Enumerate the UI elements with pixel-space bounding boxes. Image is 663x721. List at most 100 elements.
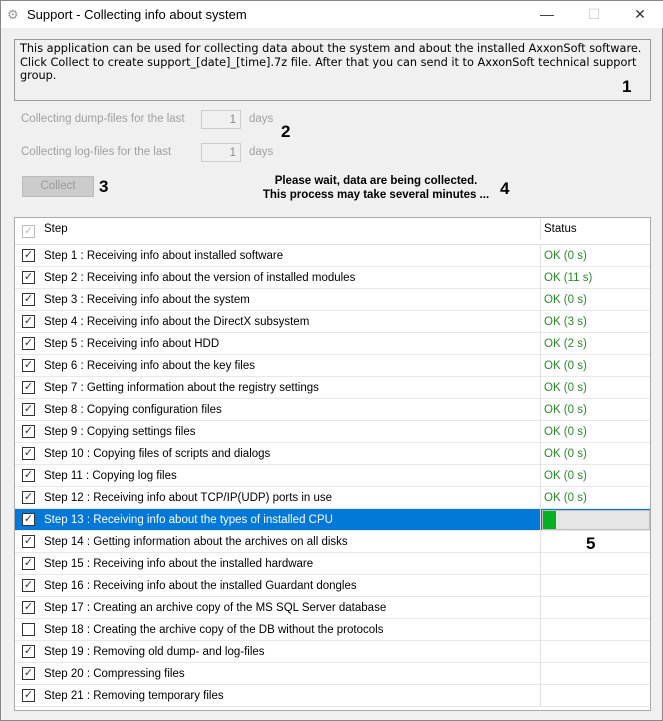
title-bar: ⚙ Support - Collecting info about system… [1, 1, 663, 28]
step-label: Step 10 : Copying files of scripts and d… [44, 448, 271, 460]
step-label: Step 4 : Receiving info about the Direct… [44, 316, 310, 328]
table-row[interactable]: ✓ Step 10 : Copying files of scripts and … [15, 443, 650, 465]
step-status: OK (3 s) [540, 311, 650, 333]
step-checkbox[interactable] [22, 623, 35, 636]
step-checkbox[interactable]: ✓ [22, 315, 35, 328]
table-row[interactable]: ✓ Step 2 : Receiving info about the versi… [15, 267, 650, 289]
step-status [540, 597, 650, 619]
step-status: OK (0 s) [540, 355, 650, 377]
table-row[interactable]: ✓ Step 12 : Receiving info about TCP/IP(U… [15, 487, 650, 509]
dump-days-input[interactable] [201, 110, 241, 129]
dump-label: Collecting dump-files for the last [21, 113, 185, 125]
step-checkbox[interactable]: ✓ [22, 535, 35, 548]
step-checkbox[interactable]: ✓ [22, 381, 35, 394]
table-row[interactable]: ✓ Step 13 : Receiving info about the type… [15, 509, 650, 531]
table-row[interactable]: ✓ Step 9 : Copying settings files OK (0 s) [15, 421, 650, 443]
step-checkbox[interactable]: ✓ [22, 557, 35, 570]
step-checkbox[interactable]: ✓ [22, 667, 35, 680]
step-label: Step 21 : Removing temporary files [44, 690, 224, 702]
step-status: OK (0 s) [540, 289, 650, 311]
table-row[interactable]: ✓ Step 7 : Getting information about the … [15, 377, 650, 399]
step-status: OK (0 s) [540, 245, 650, 267]
table-row[interactable]: ✓ Step 4 : Receiving info about the Direc… [15, 311, 650, 333]
marker-5: 5 [586, 534, 596, 553]
table-row[interactable]: ✓ Step 17 : Creating an archive copy of t… [15, 597, 650, 619]
table-row[interactable]: Step 18 : Creating the archive copy of t… [15, 619, 650, 641]
step-status [540, 575, 650, 597]
collect-button[interactable]: Collect [22, 176, 94, 197]
table-row[interactable]: ✓ Step 6 : Receiving info about the key f… [15, 355, 650, 377]
step-checkbox[interactable]: ✓ [22, 271, 35, 284]
step-status: OK (11 s) [540, 267, 650, 289]
log-days-input[interactable] [201, 143, 241, 162]
table-row[interactable]: ✓ Step 15 : Receiving info about the inst… [15, 553, 650, 575]
table-row[interactable]: ✓ Step 14 : Getting information about the… [15, 531, 650, 553]
minimize-button[interactable]: — [527, 3, 567, 25]
step-label: Step 6 : Receiving info about the key fi… [44, 360, 255, 372]
select-all-checkbox[interactable]: ✓ [22, 225, 35, 238]
step-checkbox[interactable]: ✓ [22, 513, 35, 526]
close-button[interactable]: ✕ [620, 3, 660, 25]
step-checkbox[interactable]: ✓ [22, 249, 35, 262]
marker-4: 4 [500, 179, 510, 198]
step-label: Step 12 : Receiving info about TCP/IP(UD… [44, 492, 333, 504]
table-row[interactable]: ✓ Step 16 : Receiving info about the inst… [15, 575, 650, 597]
step-label: Step 11 : Copying log files [44, 470, 177, 482]
step-status [540, 509, 650, 531]
maximize-button[interactable]: ☐ [574, 3, 614, 25]
step-checkbox[interactable]: ✓ [22, 293, 35, 306]
progress-fill [543, 511, 556, 529]
table-row[interactable]: ✓ Step 20 : Compressing files [15, 663, 650, 685]
table-row[interactable]: ✓ Step 8 : Copying configuration files OK … [15, 399, 650, 421]
step-checkbox[interactable]: ✓ [22, 689, 35, 702]
step-status: OK (0 s) [540, 421, 650, 443]
wait-message: Please wait, data are being collected. T… [241, 174, 511, 202]
step-label: Step 8 : Copying configuration files [44, 404, 222, 416]
info-text: This application can be used for collect… [14, 39, 651, 101]
step-checkbox[interactable]: ✓ [22, 337, 35, 350]
step-label: Step 19 : Removing old dump- and log-fil… [44, 646, 265, 658]
step-label: Step 16 : Receiving info about the insta… [44, 580, 357, 592]
step-status [540, 685, 650, 707]
marker-3: 3 [99, 177, 109, 196]
table-header: ✓ Step Status [15, 218, 650, 245]
step-label: Step 3 : Receiving info about the system [44, 294, 250, 306]
step-checkbox[interactable]: ✓ [22, 425, 35, 438]
step-checkbox[interactable]: ✓ [22, 403, 35, 416]
step-status [540, 619, 650, 641]
step-status [540, 553, 650, 575]
step-label: Step 5 : Receiving info about HDD [44, 338, 220, 350]
table-row[interactable]: ✓ Step 5 : Receiving info about HDD OK (2 … [15, 333, 650, 355]
step-checkbox[interactable]: ✓ [22, 645, 35, 658]
log-unit: days [249, 146, 274, 158]
step-label: Step 7 : Getting information about the r… [44, 382, 319, 394]
step-checkbox[interactable]: ✓ [22, 359, 35, 372]
step-checkbox[interactable]: ✓ [22, 469, 35, 482]
step-checkbox[interactable]: ✓ [22, 447, 35, 460]
header-status: Status [540, 218, 650, 240]
table-row[interactable]: ✓ Step 3 : Receiving info about the syste… [15, 289, 650, 311]
step-checkbox[interactable]: ✓ [22, 601, 35, 614]
table-row[interactable]: ✓ Step 11 : Copying log files OK (0 s) [15, 465, 650, 487]
marker-2: 2 [281, 122, 291, 141]
table-row[interactable]: ✓ Step 1 : Receiving info about installed… [15, 245, 650, 267]
wait-line-1: Please wait, data are being collected. [274, 175, 478, 187]
steps-table: ✓ Step Status ✓ Step 1 : Receiving info a… [14, 217, 651, 711]
step-label: Step 9 : Copying settings files [44, 426, 196, 438]
marker-1: 1 [622, 77, 632, 96]
step-status: OK (0 s) [540, 377, 650, 399]
dump-unit: days [249, 113, 274, 125]
step-label: Step 14 : Getting information about the … [44, 536, 348, 548]
wait-line-2: This process may take several minutes ..… [262, 189, 490, 201]
step-status: OK (0 s) [540, 487, 650, 509]
header-step: Step [44, 223, 68, 235]
table-row[interactable]: ✓ Step 21 : Removing temporary files [15, 685, 650, 707]
step-label: Step 1 : Receiving info about installed … [44, 250, 284, 262]
step-label: Step 13 : Receiving info about the types… [44, 514, 333, 526]
gears-icon: ⚙ [7, 7, 19, 22]
window-title: Support - Collecting info about system [27, 7, 247, 22]
step-label: Step 15 : Receiving info about the insta… [44, 558, 314, 570]
step-checkbox[interactable]: ✓ [22, 579, 35, 592]
table-row[interactable]: ✓ Step 19 : Removing old dump- and log-fi… [15, 641, 650, 663]
step-checkbox[interactable]: ✓ [22, 491, 35, 504]
